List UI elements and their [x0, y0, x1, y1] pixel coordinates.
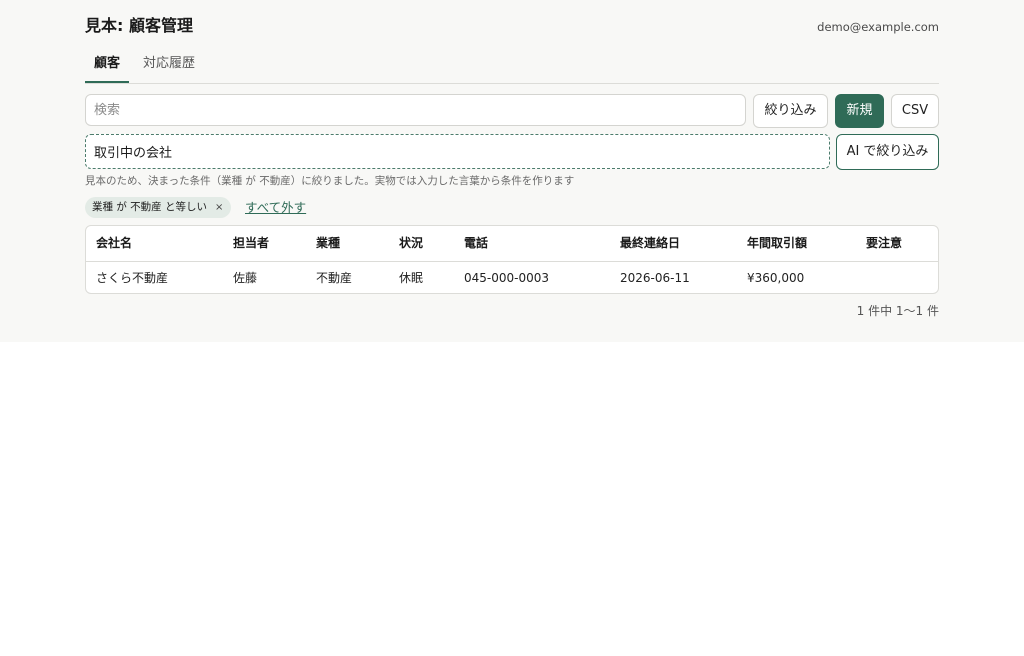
app-panel: 見本: 顧客管理 demo@example.com 顧客 対応履歴 絞り込み 新…	[0, 0, 1024, 342]
ai-filter-row: AI で絞り込み	[85, 134, 939, 170]
cell-owner: 佐藤	[233, 271, 258, 285]
column-header-last-contact[interactable]: 最終連絡日	[620, 226, 680, 261]
customer-table: 会社名 担当者 業種 状況 電話 最終連絡日 年間取引額 要注意 さくら不動産 …	[85, 225, 939, 294]
page-title: 見本: 顧客管理	[85, 16, 193, 35]
new-button[interactable]: 新規	[835, 94, 884, 128]
cell-phone: 045-000-0003	[464, 271, 550, 285]
column-header-industry[interactable]: 業種	[316, 226, 340, 261]
table-row[interactable]: さくら不動産 佐藤 不動産 休眠 045-000-0003 2026-06-11…	[86, 262, 938, 293]
cell-status: 休眠	[399, 271, 424, 285]
cell-company: さくら不動産	[96, 271, 169, 285]
ai-filter-button[interactable]: AI で絞り込み	[836, 134, 939, 170]
header: 見本: 顧客管理 demo@example.com	[85, 14, 939, 38]
tab-customers[interactable]: 顧客	[85, 48, 129, 83]
ai-filter-input[interactable]	[85, 134, 830, 169]
filter-chip-label: 業種 が 不動産 と等しい	[92, 201, 208, 213]
clear-all-filters-link[interactable]: すべて外す	[245, 197, 306, 218]
column-header-annual-revenue[interactable]: 年間取引額	[747, 226, 807, 261]
user-email: demo@example.com	[817, 20, 939, 34]
search-input[interactable]	[85, 94, 746, 126]
search-toolbar: 絞り込み 新規 CSV	[85, 94, 939, 128]
filter-chip: 業種 が 不動産 と等しい ×	[85, 197, 232, 218]
column-header-company[interactable]: 会社名	[96, 226, 132, 261]
active-filters: 業種 が 不動産 と等しい × すべて外す	[85, 197, 939, 219]
cell-annual-revenue: ¥360,000	[747, 271, 805, 285]
cell-industry: 不動産	[316, 271, 353, 285]
table-header-row: 会社名 担当者 業種 状況 電話 最終連絡日 年間取引額 要注意	[86, 226, 938, 262]
cell-last-contact: 2026-06-11	[620, 271, 690, 285]
tab-interaction-history[interactable]: 対応履歴	[139, 48, 199, 81]
csv-button[interactable]: CSV	[891, 94, 939, 128]
filter-button[interactable]: 絞り込み	[753, 94, 828, 128]
column-header-owner[interactable]: 担当者	[233, 226, 269, 261]
close-icon[interactable]: ×	[215, 197, 223, 218]
column-header-status[interactable]: 状況	[399, 226, 423, 261]
tab-bar: 顧客 対応履歴	[85, 48, 939, 84]
ai-filter-hint: 見本のため、決まった条件（業種 が 不動産）に絞りました。実物では入力した言葉か…	[85, 175, 575, 187]
column-header-caution[interactable]: 要注意	[866, 226, 902, 261]
column-header-phone[interactable]: 電話	[464, 226, 488, 261]
pagination-summary: 1 件中 1〜1 件	[856, 304, 939, 318]
